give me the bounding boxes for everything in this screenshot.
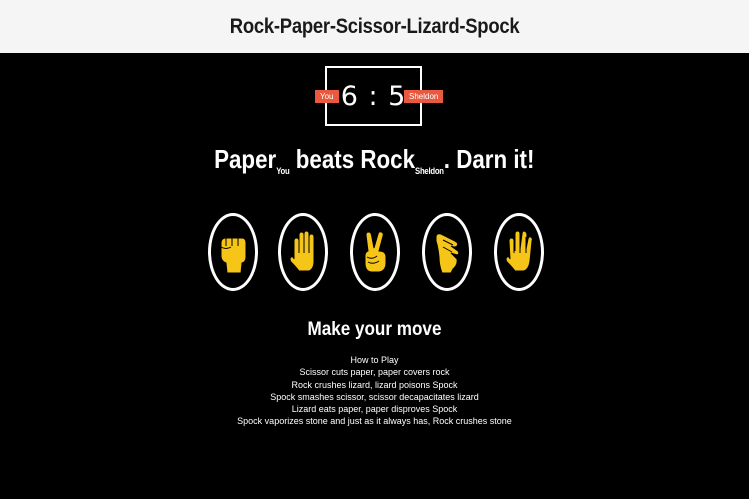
scissor-button[interactable] (350, 213, 400, 291)
rule-line: Rock crushes lizard, lizard poisons Spoc… (291, 379, 458, 390)
app-header: Rock-Paper-Scissor-Lizard-Spock (0, 0, 749, 53)
lizard-button[interactable] (422, 213, 472, 291)
opponent-tag: Sheldon (404, 90, 444, 103)
player-move: Paper (214, 144, 277, 174)
paper-button[interactable] (278, 213, 328, 291)
opponent-move-tag: Sheldon (415, 166, 444, 176)
rule-line: Spock smashes scissor, scissor decapacit… (270, 391, 479, 402)
rule-line: Lizard eats paper, paper disproves Spock (291, 404, 458, 415)
rock-button[interactable] (208, 213, 258, 291)
rules-title: How to Play (350, 355, 399, 365)
result-tail: . Darn it! (443, 144, 535, 174)
lizard-hand-icon (435, 233, 460, 274)
paper-hand-icon (289, 230, 315, 272)
how-to-play: How to Play Scissor cuts paper, paper co… (0, 354, 749, 428)
opponent-move: Rock (360, 144, 416, 174)
rule-line: Spock vaporizes stone and just as it alw… (237, 416, 512, 427)
player-move-tag: You (276, 166, 290, 176)
spock-button[interactable] (494, 213, 544, 291)
move-buttons (0, 213, 749, 297)
rule-line: Scissor cuts paper, paper covers rock (299, 367, 450, 378)
move-prompt: Make your move (0, 319, 749, 341)
rock-hand-icon (220, 237, 247, 274)
app-title: Rock-Paper-Scissor-Lizard-Spock (229, 14, 520, 38)
round-result: PaperYou beats RockSheldon. Darn it! (0, 144, 749, 176)
spock-hand-icon (505, 230, 533, 272)
player-tag: You (315, 90, 339, 103)
result-verb: beats (295, 144, 355, 174)
move-prompt-text: Make your move (307, 319, 442, 340)
scissor-hand-icon (364, 231, 387, 273)
score-display: 6 : 5 (340, 80, 407, 112)
